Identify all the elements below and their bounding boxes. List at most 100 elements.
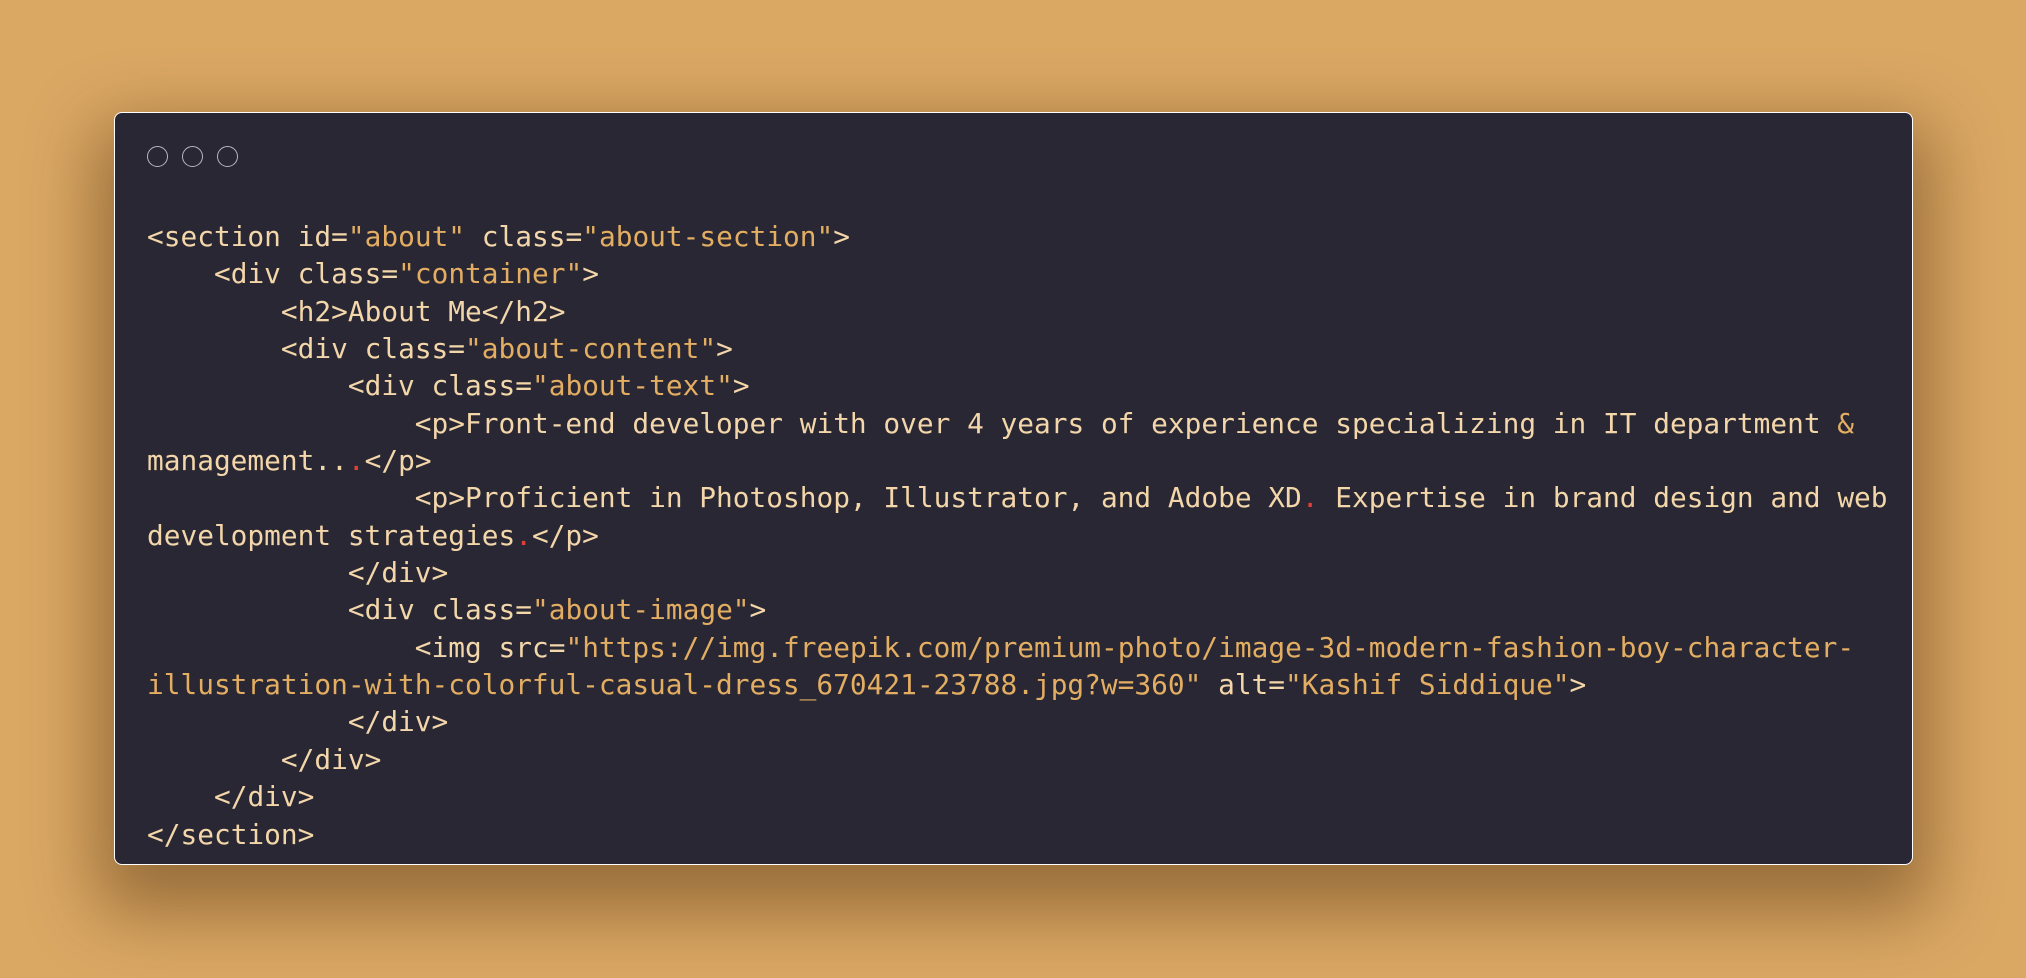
- code-token-text: management: [147, 444, 315, 478]
- code-token-text: ..: [314, 444, 348, 478]
- code-token-attr: class: [364, 332, 449, 366]
- code-token-attr: alt: [1218, 668, 1269, 702]
- code-line: <div class="about-text">: [147, 367, 1888, 404]
- code-token-string: "https://img.freepik.com/premium-photo/i…: [565, 630, 1855, 664]
- code-line: <img src="https://img.freepik.com/premiu…: [147, 629, 1888, 666]
- code-token-attr: class: [431, 593, 516, 627]
- code-token-tag: div: [297, 332, 348, 366]
- code-token-punct: >: [582, 257, 599, 291]
- code-token-text: Expertise in brand design and web: [1318, 481, 1888, 515]
- code-token-entity: &: [1837, 406, 1855, 440]
- code-token-punct: =: [515, 369, 532, 403]
- code-token-punct: =: [448, 332, 466, 366]
- code-token-attr: class: [297, 257, 382, 291]
- code-token-punct: =: [515, 593, 532, 627]
- code-token-punct: >: [297, 780, 315, 814]
- code-token-attr: class: [481, 220, 566, 253]
- code-token-punct: </: [280, 742, 315, 776]
- code-token-tag: div: [247, 780, 298, 814]
- code-line: <h2>About Me</h2>: [147, 293, 1888, 330]
- code-token-attr: src: [498, 630, 549, 664]
- window-dot-2-circle-icon: [182, 146, 203, 167]
- code-token-punct: >: [448, 406, 466, 440]
- window-dot-1-circle-icon: [147, 146, 168, 167]
- code-token-punct: >: [364, 742, 382, 776]
- code-token-tag: p: [398, 444, 415, 478]
- code-token-punct: <: [414, 406, 432, 440]
- code-token-string: "about": [347, 220, 466, 253]
- code-token-punct: >: [833, 220, 851, 253]
- code-token-punct: <: [414, 481, 432, 515]
- code-token-punct: >: [749, 593, 767, 627]
- code-token-punct: >: [414, 444, 432, 478]
- code-token-string: "about-content": [465, 332, 717, 366]
- code-line: <div class="about-content">: [147, 330, 1888, 367]
- code-window: <section id="about" class="about-section…: [114, 112, 1913, 865]
- code-token-punct: </: [531, 518, 566, 552]
- code-token-punct: <: [147, 220, 164, 253]
- code-token-punct: <: [347, 593, 365, 627]
- code-line: <p>Proficient in Photoshop, Illustrator,…: [147, 479, 1888, 516]
- code-token-punct: <: [280, 294, 298, 328]
- code-token-string: illustration-with-colorful-casual-dress_…: [147, 668, 1202, 702]
- code-token-attr: id: [297, 220, 332, 253]
- code-token-string: "container": [398, 257, 583, 291]
- code-token-punct: >: [331, 294, 348, 328]
- code-token-tag: section: [180, 817, 298, 851]
- code-token-tag: div: [381, 556, 432, 590]
- code-token-text: Proficient in Photoshop, Illustrator, an…: [465, 481, 1302, 515]
- code-line: </div>: [147, 703, 1888, 740]
- code-token-tag: div: [230, 257, 281, 291]
- code-token-punct: </: [213, 780, 248, 814]
- code-token-punct: >: [431, 705, 449, 739]
- code-token-tag: p: [565, 518, 583, 552]
- code-token-punct: >: [582, 518, 599, 552]
- code-token-string: "Kashif Siddique": [1285, 668, 1570, 702]
- code-token-punct: <: [347, 369, 365, 403]
- code-token-tag: p: [431, 406, 449, 440]
- code-line: illustration-with-colorful-casual-dress_…: [147, 666, 1888, 703]
- code-token-tag: div: [364, 369, 415, 403]
- code-token-error: .: [347, 444, 365, 478]
- code-token-punct: >: [431, 556, 449, 590]
- code-token-punct: </: [481, 294, 516, 328]
- code-token-punct: >: [297, 817, 315, 851]
- code-line: development strategies.</p>: [147, 517, 1888, 554]
- window-controls: [147, 146, 238, 167]
- code-token-punct: >: [716, 332, 733, 366]
- code-token-punct: >: [1569, 668, 1587, 702]
- window-dot-3-circle-icon: [217, 146, 238, 167]
- code-token-tag: p: [431, 481, 449, 515]
- code-line: <div class="about-image">: [147, 591, 1888, 628]
- code-token-tag: div: [381, 705, 432, 739]
- code-token-punct: =: [331, 220, 348, 253]
- code-token-punct: >: [732, 369, 750, 403]
- code-line: <section id="about" class="about-section…: [147, 218, 1888, 255]
- code-token-punct: =: [565, 220, 583, 253]
- code-line: management...</p>: [147, 442, 1888, 479]
- code-token-tag: h2: [515, 294, 549, 328]
- code-token-attr: class: [431, 369, 516, 403]
- code-token-error: .: [515, 518, 532, 552]
- code-line: </div>: [147, 778, 1888, 815]
- code-line: </section>: [147, 816, 1888, 853]
- code-token-tag: h2: [297, 294, 332, 328]
- code-line: </div>: [147, 741, 1888, 778]
- code-token-punct: =: [381, 257, 399, 291]
- code-line: <div class="container">: [147, 255, 1888, 292]
- code-token-punct: >: [448, 481, 466, 515]
- code-token-punct: <: [213, 257, 231, 291]
